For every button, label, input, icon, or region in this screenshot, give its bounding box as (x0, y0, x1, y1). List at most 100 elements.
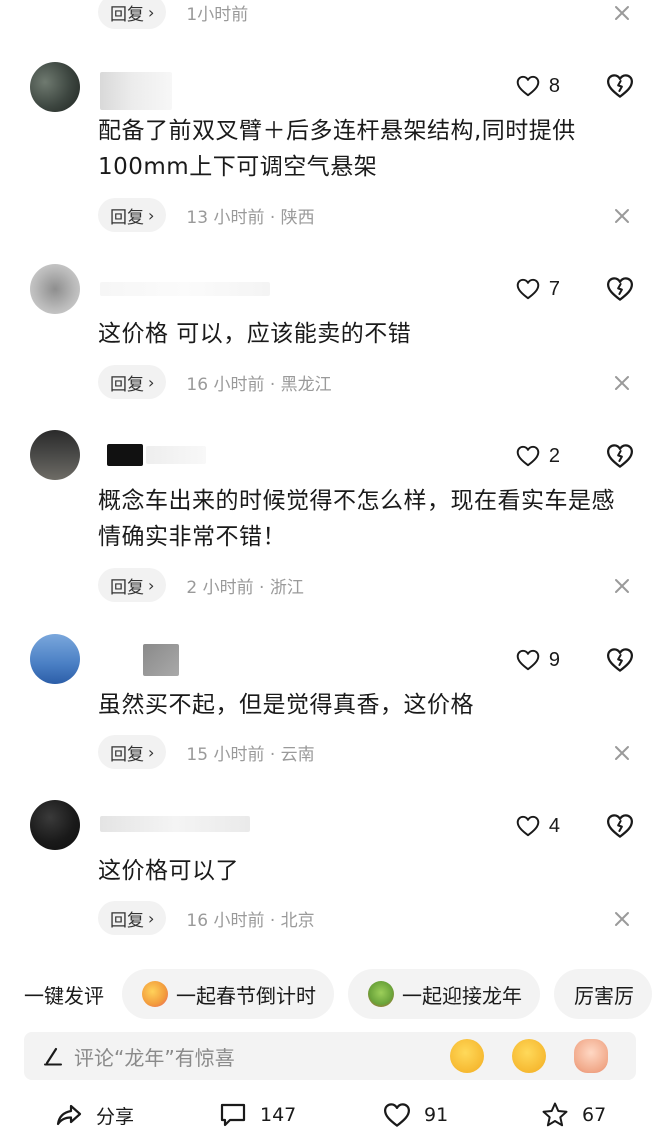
share-button[interactable]: 分享 (54, 1100, 134, 1130)
reply-button[interactable]: 回复 › (98, 198, 167, 232)
like-button[interactable]: 7 (515, 276, 560, 302)
like-button[interactable]: 2 (515, 443, 560, 469)
quick-reply-row: 一键发评 一起春节倒计时 一起迎接龙年 厉害厉 (0, 966, 660, 1022)
likes-count: 91 (424, 1104, 449, 1126)
like-button[interactable]: 8 (515, 73, 560, 99)
like-post-button[interactable]: 91 (382, 1100, 448, 1130)
broken-heart-icon[interactable] (605, 274, 635, 304)
chevron-right-icon: › (148, 575, 155, 595)
clapping-hands-icon[interactable] (574, 1039, 608, 1073)
heart-icon (516, 278, 540, 300)
heart-icon (516, 649, 540, 671)
reply-button[interactable]: 回复 › (98, 0, 167, 29)
reply-button[interactable]: 回复 › (98, 901, 167, 935)
share-icon (56, 1104, 82, 1126)
favorites-count: 67 (582, 1104, 607, 1126)
comment-time-location: 2 小时前 · 浙江 (186, 577, 304, 598)
quick-reply-chip-label: 一起迎接龙年 (402, 983, 522, 1008)
username-blurred (146, 446, 206, 464)
like-count: 4 (548, 814, 560, 837)
like-button[interactable]: 9 (515, 647, 560, 673)
quick-reply-label: 一键发评 (24, 983, 104, 1008)
comment-text: 这价格可以了 (98, 858, 239, 884)
top-partial-meta-row: 回复 › 1小时前 (98, 0, 248, 29)
avatar[interactable] (30, 800, 80, 850)
quick-reply-chip[interactable]: 一起春节倒计时 (122, 969, 334, 1019)
comment-meta-row: 回复 › 13 小时前 · 陕西 (98, 198, 315, 232)
like-count: 8 (548, 74, 560, 97)
broken-heart-icon[interactable] (605, 71, 635, 101)
heart-icon (516, 75, 540, 97)
comments-button[interactable]: 147 (218, 1100, 296, 1130)
quick-reply-chip-label: 厉害厉 (574, 983, 634, 1008)
chevron-right-icon: › (148, 2, 155, 22)
heart-icon (384, 1103, 410, 1127)
heart-icon (516, 815, 540, 837)
comment-time-location: 15 小时前 · 云南 (186, 744, 315, 765)
broken-heart-icon[interactable] (605, 645, 635, 675)
chevron-right-icon: › (148, 742, 155, 762)
chevron-right-icon: › (148, 908, 155, 928)
comment-text: 虽然买不起，但是觉得真香，这价格 (98, 692, 474, 718)
comment-text: 配备了前双叉臂＋后多连杆悬架结构,同时提供100mm上下可调空气悬架 (98, 118, 576, 180)
username-blurred[interactable] (100, 816, 250, 832)
close-icon[interactable] (612, 743, 632, 763)
like-count: 7 (548, 277, 560, 300)
comment-time-location: 16 小时前 · 黑龙江 (186, 374, 332, 395)
heart-icon (516, 445, 540, 467)
broken-heart-icon[interactable] (605, 811, 635, 841)
close-icon[interactable] (612, 576, 632, 596)
avatar[interactable] (30, 62, 80, 112)
username-blurred[interactable] (143, 644, 179, 676)
smirk-emoji-icon[interactable] (450, 1039, 484, 1073)
reply-label: 回复 (110, 4, 144, 25)
avatar[interactable] (30, 430, 80, 480)
avatar[interactable] (30, 264, 80, 314)
close-icon[interactable] (612, 373, 632, 393)
star-icon (542, 1102, 568, 1127)
comment-time-location: 16 小时前 · 北京 (186, 910, 315, 931)
chevron-right-icon: › (148, 372, 155, 392)
close-icon[interactable] (612, 3, 632, 23)
reply-label: 回复 (110, 910, 144, 931)
comment-time-location: 13 小时前 · 陕西 (186, 207, 315, 228)
favorite-button[interactable]: 67 (540, 1100, 606, 1130)
comment-input[interactable]: 评论“龙年”有惊喜 (24, 1032, 636, 1080)
quick-reply-chip-label: 一起春节倒计时 (176, 983, 316, 1008)
reply-button[interactable]: 回复 › (98, 365, 167, 399)
comment-text: 概念车出来的时候觉得不怎么样，现在看实车是感情确实非常不错！ (98, 488, 615, 550)
reply-label: 回复 (110, 577, 144, 598)
dragon-icon (368, 981, 394, 1007)
reply-label: 回复 (110, 374, 144, 395)
like-button[interactable]: 4 (515, 813, 560, 839)
comment-meta-row: 回复 › 16 小时前 · 北京 (98, 901, 315, 935)
quick-reply-chip[interactable]: 厉害厉 (554, 969, 652, 1019)
comment-meta-row: 回复 › 15 小时前 · 云南 (98, 735, 315, 769)
comment-meta-row: 回复 › 16 小时前 · 黑龙江 (98, 365, 332, 399)
comment-time: 1小时前 (186, 4, 249, 25)
pen-icon (44, 1047, 62, 1066)
broken-heart-icon[interactable] (605, 441, 635, 471)
bottom-action-bar: 分享 147 91 67 (0, 1094, 660, 1138)
close-icon[interactable] (612, 206, 632, 226)
quick-reply-chip[interactable]: 一起迎接龙年 (348, 969, 540, 1019)
reply-label: 回复 (110, 744, 144, 765)
comment-meta-row: 回复 › 2 小时前 · 浙江 (98, 568, 304, 602)
avatar[interactable] (30, 634, 80, 684)
reply-button[interactable]: 回复 › (98, 735, 167, 769)
chevron-right-icon: › (148, 205, 155, 225)
comment-input-placeholder: 评论“龙年”有惊喜 (74, 1045, 235, 1070)
username-blurred[interactable] (100, 282, 270, 296)
username-blurred[interactable] (100, 72, 172, 110)
close-icon[interactable] (612, 909, 632, 929)
party-popper-icon (142, 981, 168, 1007)
share-label: 分享 (96, 1105, 135, 1128)
comment-text: 这价格 可以，应该能卖的不错 (98, 321, 412, 347)
like-count: 2 (548, 444, 560, 467)
comment-bubble-icon (220, 1103, 246, 1127)
reply-label: 回复 (110, 207, 144, 228)
thinking-emoji-icon[interactable] (512, 1039, 546, 1073)
username-blurred[interactable] (107, 444, 143, 466)
like-count: 9 (548, 648, 560, 671)
reply-button[interactable]: 回复 › (98, 568, 167, 602)
